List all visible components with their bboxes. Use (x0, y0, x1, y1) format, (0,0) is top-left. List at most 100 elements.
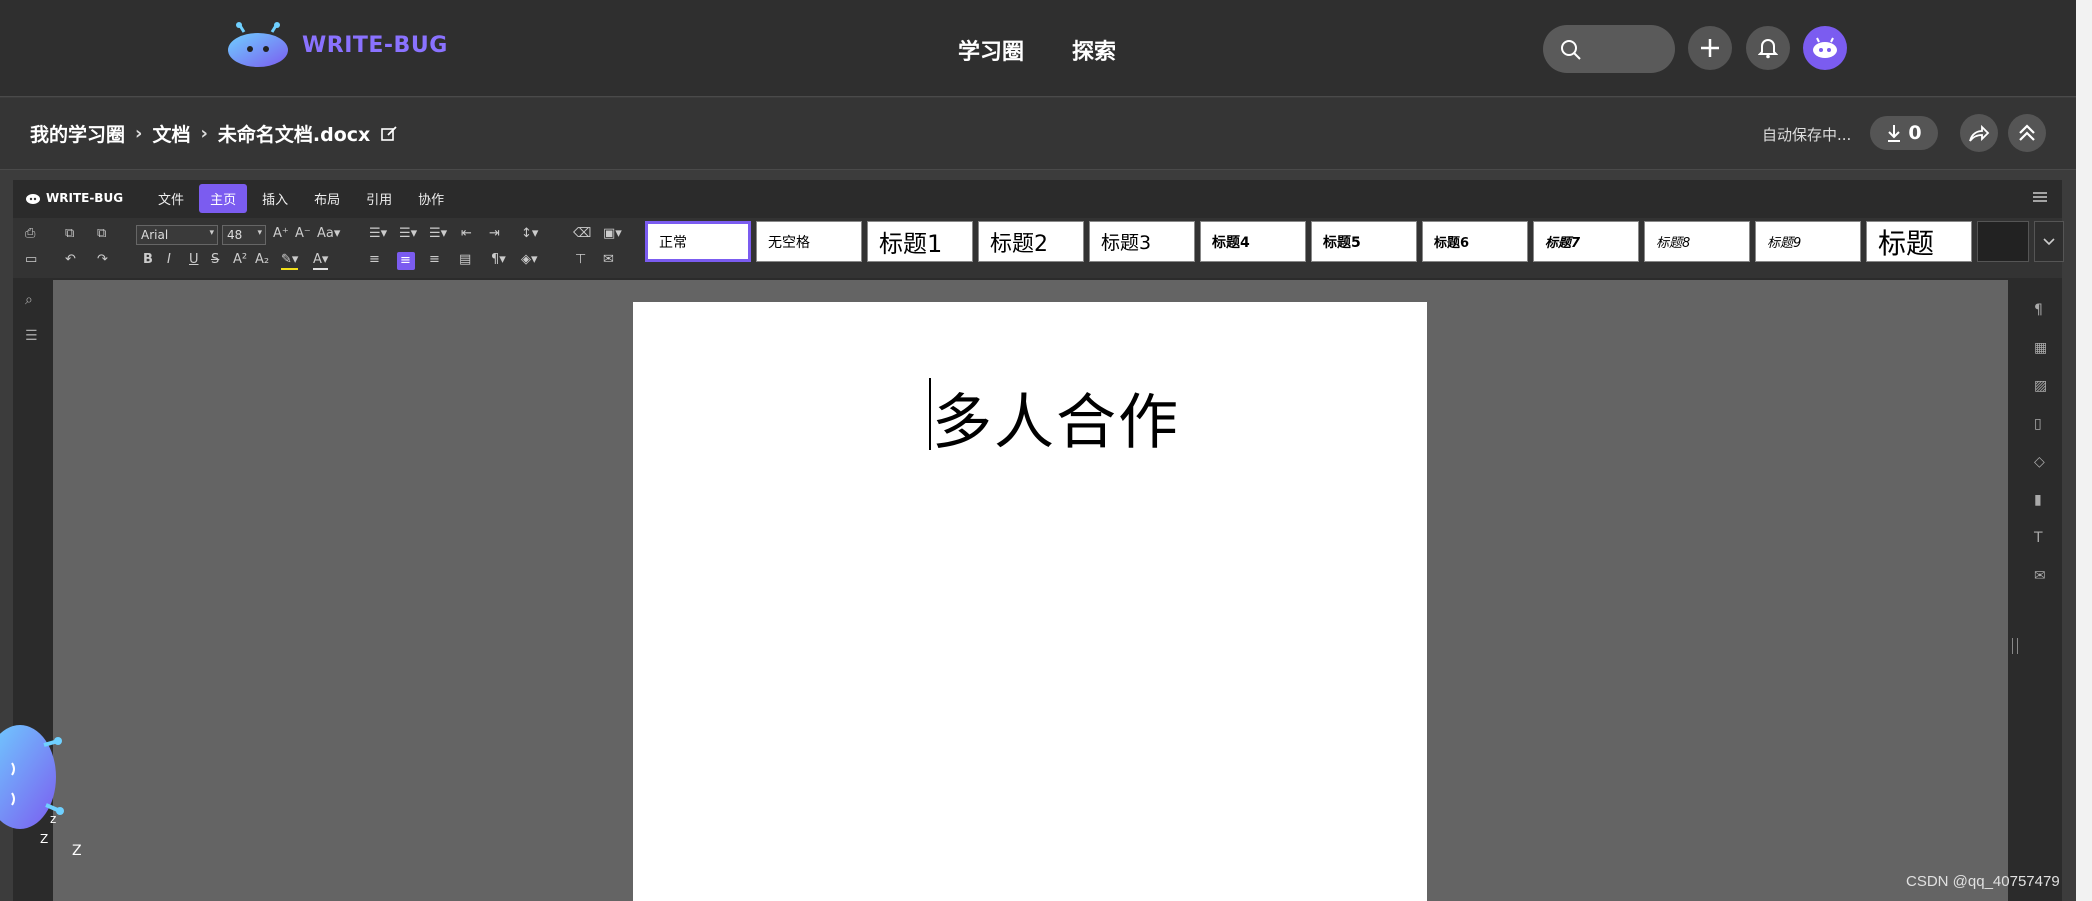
breadcrumb-study-circle[interactable]: 我的学习圈 (30, 120, 125, 147)
editor-brand: WRITE-BUG (25, 191, 123, 205)
user-avatar[interactable] (1803, 26, 1847, 70)
copy-icon[interactable]: ⧉ (65, 226, 74, 242)
envelope-icon[interactable]: ✉ (603, 252, 614, 268)
align-right-icon[interactable]: ≡ (429, 252, 440, 268)
bold-icon[interactable]: B (143, 252, 153, 268)
increase-indent-icon[interactable]: ⇥ (489, 226, 500, 242)
styles-expand-button[interactable] (2034, 221, 2064, 262)
menu-layout[interactable]: 布局 (303, 184, 351, 213)
justify-icon[interactable]: ▤ (459, 252, 471, 268)
menu-collaborate[interactable]: 协作 (407, 184, 455, 213)
paragraph-mark-icon[interactable]: ¶▾ (491, 252, 506, 268)
brand-name: WRITE-BUG (302, 32, 448, 58)
style-dark-swatch[interactable] (1977, 221, 2029, 262)
plus-icon (1701, 39, 1719, 57)
undo-icon[interactable]: ↶ (65, 252, 76, 268)
style-heading-6[interactable]: 标题6 (1422, 221, 1528, 262)
menu-references[interactable]: 引用 (355, 184, 403, 213)
search-icon (1561, 40, 1581, 60)
nav-explore[interactable]: 探索 (1072, 34, 1116, 66)
chevron-down-icon: ▾ (209, 228, 214, 238)
double-chevron-up-icon (2019, 124, 2035, 141)
mail-merge-icon[interactable]: ✉ (2034, 568, 2046, 584)
nav-study-circle[interactable]: 学习圈 (958, 34, 1024, 66)
style-heading-5[interactable]: 标题5 (1311, 221, 1417, 262)
edit-icon[interactable] (380, 125, 398, 143)
strikethrough-icon[interactable]: S (211, 252, 219, 268)
superscript-icon[interactable]: A² (233, 252, 247, 268)
shading-icon[interactable]: ◈▾ (521, 252, 538, 268)
style-heading-7[interactable]: 标题7 (1533, 221, 1639, 262)
chart-settings-icon[interactable]: ▮ (2034, 492, 2042, 508)
underline-icon[interactable]: U (189, 252, 199, 268)
table-settings-icon[interactable]: ▦ (2034, 340, 2047, 356)
document-filename: 未命名文档.docx (217, 124, 371, 146)
style-heading-2[interactable]: 标题2 (978, 221, 1084, 262)
decrease-indent-icon[interactable]: ⇤ (461, 226, 472, 242)
style-gallery: 正常 无空格 标题1 标题2 标题3 标题4 标题5 标题6 标题7 标题8 标… (645, 221, 2064, 262)
borders-icon[interactable]: ▣▾ (603, 226, 622, 242)
style-title[interactable]: 标题 (1866, 221, 1972, 262)
style-no-spacing[interactable]: 无空格 (756, 221, 862, 262)
eraser-icon[interactable]: ⌫ (573, 226, 591, 242)
style-heading-3[interactable]: 标题3 (1089, 221, 1195, 262)
sleeping-mascot-icon[interactable]: z Z Z (0, 705, 90, 875)
autosave-status: 自动保存中... (1762, 126, 1852, 144)
menu-home[interactable]: 主页 (199, 183, 248, 213)
italic-icon[interactable]: I (167, 252, 171, 268)
breadcrumb-docs[interactable]: 文档 (152, 120, 190, 147)
vertical-scrollbar[interactable] (2008, 280, 2022, 901)
bug-mascot-icon (228, 22, 288, 67)
download-button[interactable]: 0 (1870, 116, 1938, 150)
download-icon (1888, 125, 1901, 142)
grow-font-icon[interactable]: A⁺ (273, 226, 289, 242)
brand-logo[interactable]: WRITE-BUG (226, 22, 448, 68)
shape-settings-icon[interactable]: ◇ (2034, 454, 2045, 470)
outline-icon[interactable]: ☰ (25, 328, 38, 344)
bullet-list-icon[interactable]: ☰▾ (369, 226, 387, 242)
svg-text:z: z (50, 812, 56, 826)
document-heading[interactable]: 多人合作 (932, 374, 1180, 461)
main-nav: 学习圈 探索 (958, 34, 1116, 66)
header-footer-icon[interactable]: ▯ (2034, 416, 2042, 432)
paragraph-settings-icon[interactable]: ¶ (2034, 302, 2043, 318)
shrink-font-icon[interactable]: A⁻ (295, 226, 311, 242)
menu-insert[interactable]: 插入 (251, 184, 299, 213)
highlight-icon[interactable]: ✎▾ (281, 252, 299, 270)
collapse-button[interactable] (2008, 114, 2046, 152)
text-art-icon[interactable]: T (2034, 530, 2043, 546)
save-icon[interactable]: ▭ (25, 252, 37, 268)
chevron-right-icon: › (200, 123, 208, 144)
style-heading-1[interactable]: 标题1 (867, 221, 973, 262)
search-icon[interactable]: ⌕ (25, 292, 33, 308)
bug-mascot-icon (26, 194, 40, 204)
chevron-down-icon (2043, 237, 2055, 245)
style-heading-8[interactable]: 标题8 (1644, 221, 1750, 262)
print-icon[interactable]: ⎙ (25, 226, 35, 242)
multilevel-list-icon[interactable]: ☰▾ (429, 226, 447, 242)
share-button[interactable] (1960, 114, 1998, 152)
menu-file[interactable]: 文件 (147, 184, 195, 213)
style-normal[interactable]: 正常 (645, 221, 751, 262)
paste-icon[interactable]: ⧉ (97, 226, 106, 242)
download-count: 0 (1908, 122, 1922, 144)
image-settings-icon[interactable]: ▨ (2034, 378, 2047, 394)
style-heading-9[interactable]: 标题9 (1755, 221, 1861, 262)
search-input[interactable] (1543, 25, 1675, 73)
format-painter-icon[interactable]: ⊤ (575, 252, 586, 268)
create-button[interactable] (1688, 26, 1732, 70)
redo-icon[interactable]: ↷ (97, 252, 108, 268)
font-family-select[interactable]: Arial ▾ (136, 225, 218, 245)
hamburger-menu-icon[interactable] (2032, 190, 2048, 204)
align-left-icon[interactable]: ≡ (369, 252, 380, 268)
editor-brand-name: WRITE-BUG (46, 191, 124, 205)
font-color-icon[interactable]: A▾ (313, 252, 329, 270)
style-heading-4[interactable]: 标题4 (1200, 221, 1306, 262)
subscript-icon[interactable]: A₂ (255, 252, 269, 268)
notifications-button[interactable] (1746, 26, 1790, 70)
font-size-select[interactable]: 48 ▾ (222, 225, 266, 245)
scrollbar-grip[interactable] (2012, 638, 2018, 654)
numbered-list-icon[interactable]: ☰▾ (399, 226, 417, 242)
line-spacing-icon[interactable]: ↕▾ (521, 226, 538, 242)
change-case-icon[interactable]: Aa▾ (317, 226, 340, 242)
